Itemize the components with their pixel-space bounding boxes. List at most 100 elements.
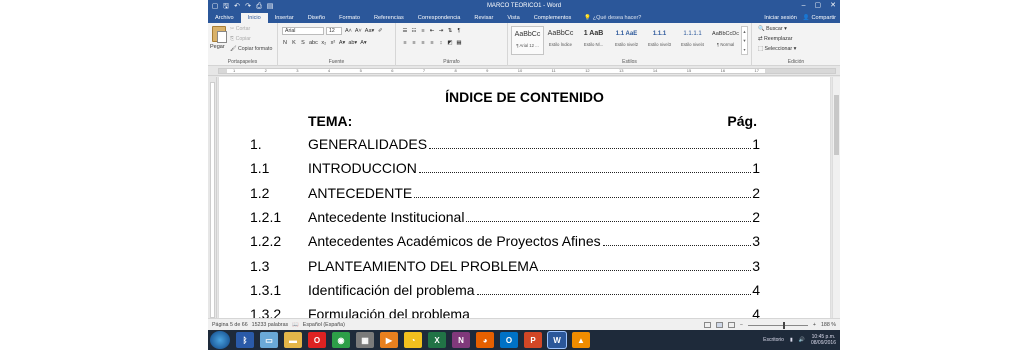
- toc-entry[interactable]: 1.1 INTRODUCCION 1: [250, 160, 760, 178]
- paste-button-label[interactable]: Pegar: [210, 44, 225, 50]
- paragraph-tool-a-0[interactable]: ☰: [402, 28, 408, 34]
- font-tool-b-1[interactable]: K: [291, 40, 297, 46]
- horizontal-ruler[interactable]: 1 2 3 4 5 6 7 8 9 10 11 12 13 14 15 16 17: [208, 66, 840, 76]
- font-tool-b-8[interactable]: A▾: [360, 40, 366, 46]
- font-tool-a-0[interactable]: A˄: [345, 28, 352, 34]
- select-button[interactable]: ⬚ Seleccionar ▾: [758, 46, 796, 52]
- start-button[interactable]: [210, 331, 230, 349]
- volume-icon[interactable]: 🔊: [799, 337, 805, 343]
- page-count[interactable]: Página 5 de 66: [212, 322, 248, 328]
- calculator-icon[interactable]: ▦: [356, 332, 374, 348]
- font-tool-b-2[interactable]: S: [300, 40, 306, 46]
- tab-inicio[interactable]: Inicio: [240, 13, 268, 23]
- clock[interactable]: 10:45 p.m. 08/09/2016: [811, 334, 836, 346]
- replace-button[interactable]: ⇄ Reemplazar: [758, 36, 793, 42]
- style-item[interactable]: 1.1.1 Estilo nivel3: [643, 26, 676, 55]
- paragraph-tool-b-4[interactable]: ↕: [438, 40, 444, 46]
- toc-entry[interactable]: 1.3 PLANTEAMIENTO DEL PROBLEMA 3: [250, 258, 760, 276]
- style-item[interactable]: AaBbCc Estilo Índice: [544, 26, 577, 55]
- font-tool-b-7[interactable]: ab▾: [348, 40, 357, 46]
- toc-entry[interactable]: 1.2 ANTECEDENTE 2: [250, 185, 760, 203]
- zoom-level[interactable]: 188 %: [821, 322, 836, 328]
- font-tool-a-3[interactable]: ✐: [377, 28, 383, 34]
- share-button[interactable]: 👤 Compartir: [803, 13, 836, 23]
- style-item[interactable]: 1.1 AaE Estilo nivel2: [610, 26, 643, 55]
- style-item[interactable]: AaBbCcDc ¶ Normal: [709, 26, 742, 55]
- cut-button[interactable]: ✂ Cortar: [230, 26, 250, 32]
- pacman-icon[interactable]: ◔: [404, 332, 422, 348]
- format-painter-button[interactable]: 🖌 Copiar formato: [230, 46, 272, 52]
- styles-gallery-scroll[interactable]: ▲ ▼ ▾: [741, 26, 748, 55]
- font-tool-a-1[interactable]: A˅: [355, 28, 362, 34]
- minimize-button[interactable]: –: [802, 0, 806, 12]
- language-indicator[interactable]: Español (España): [303, 322, 345, 328]
- qat-icon-0[interactable]: ▢: [210, 2, 220, 11]
- read-mode-button[interactable]: [703, 322, 711, 328]
- tell-me-box[interactable]: 💡 ¿Qué desea hacer?: [584, 13, 641, 23]
- paragraph-tool-b-0[interactable]: ≡: [402, 40, 408, 46]
- powerpoint-icon[interactable]: P: [524, 332, 542, 348]
- paragraph-tool-a-6[interactable]: ¶: [456, 28, 462, 34]
- font-name-select[interactable]: Arial: [282, 27, 324, 35]
- zoom-slider-thumb[interactable]: [782, 321, 785, 329]
- vertical-scrollbar[interactable]: [832, 77, 840, 318]
- desktop-toolbar-label[interactable]: Escritorio: [763, 337, 784, 343]
- signin-link[interactable]: Iniciar sesión: [764, 13, 797, 23]
- qat-icon-1[interactable]: 🖫: [221, 2, 231, 11]
- word-count[interactable]: 15233 palabras: [252, 322, 289, 328]
- font-tool-b-6[interactable]: A▾: [339, 40, 345, 46]
- document-page[interactable]: ÍNDICE DE CONTENIDO TEMA: Pág. 1. GENERAL…: [219, 77, 830, 318]
- firefox-icon[interactable]: ◕: [476, 332, 494, 348]
- vlc-icon[interactable]: ▲: [572, 332, 590, 348]
- paragraph-tool-a-1[interactable]: ☷: [411, 28, 417, 34]
- font-tool-b-4[interactable]: x₂: [321, 40, 327, 46]
- style-item[interactable]: 1.1.1.1 Estilo nivel4: [676, 26, 709, 55]
- paragraph-tool-a-5[interactable]: ⇅: [447, 28, 453, 34]
- proofing-icon[interactable]: 📖: [292, 322, 299, 328]
- toc-entry[interactable]: 1.3.2 Formulación del problema 4: [250, 306, 760, 318]
- excel-icon[interactable]: X: [428, 332, 446, 348]
- paragraph-tool-a-3[interactable]: ⇤: [429, 28, 435, 34]
- tab-referencias[interactable]: Referencias: [367, 13, 411, 23]
- find-button[interactable]: 🔍 Buscar ▾: [758, 26, 787, 32]
- zoom-in-button[interactable]: +: [813, 322, 816, 328]
- style-item[interactable]: AaBbCc ¶ Arial 12 ...: [511, 26, 544, 55]
- paragraph-tool-b-3[interactable]: ≡: [429, 40, 435, 46]
- tab-insertar[interactable]: Insertar: [268, 13, 301, 23]
- tab-complementos[interactable]: Complementos: [527, 13, 579, 23]
- tab-archivo[interactable]: Archivo: [208, 13, 241, 23]
- font-size-select[interactable]: 12: [326, 27, 342, 35]
- paragraph-tool-b-6[interactable]: ▦: [456, 40, 462, 46]
- qat-icon-4[interactable]: ⎙: [254, 2, 264, 11]
- vertical-ruler[interactable]: [208, 77, 217, 318]
- onenote-icon[interactable]: N: [452, 332, 470, 348]
- font-tool-a-2[interactable]: Aa▾: [365, 28, 375, 34]
- paragraph-tool-a-4[interactable]: ⇥: [438, 28, 444, 34]
- network-icon[interactable]: ▮: [790, 337, 793, 343]
- qat-icon-2[interactable]: ↶: [232, 2, 242, 11]
- bluetooth-icon[interactable]: ᛒ: [236, 332, 254, 348]
- zoom-slider[interactable]: [747, 321, 808, 329]
- style-item[interactable]: 1 AaB Estilo Nl...: [577, 26, 610, 55]
- maximize-button[interactable]: ▢: [815, 0, 822, 12]
- font-tool-b-5[interactable]: x²: [330, 40, 336, 46]
- paragraph-tool-b-2[interactable]: ≡: [420, 40, 426, 46]
- zoom-out-button[interactable]: −: [740, 322, 743, 328]
- tab-formato[interactable]: Formato: [332, 13, 367, 23]
- word-icon[interactable]: W: [548, 332, 566, 348]
- paragraph-tool-a-2[interactable]: ≡: [420, 28, 426, 34]
- close-button[interactable]: ✕: [830, 0, 836, 12]
- copy-button[interactable]: ⎘ Copiar: [230, 36, 251, 43]
- toc-entry[interactable]: 1.2.2 Antecedentes Académicos de Proyecto…: [250, 233, 760, 251]
- chrome-icon[interactable]: ◉: [332, 332, 350, 348]
- opera-icon[interactable]: O: [308, 332, 326, 348]
- paragraph-tool-b-5[interactable]: ◩: [447, 40, 453, 46]
- folder-icon[interactable]: ▬: [284, 332, 302, 348]
- font-tool-b-0[interactable]: N: [282, 40, 288, 46]
- outlook-icon[interactable]: O: [500, 332, 518, 348]
- web-layout-button[interactable]: [727, 322, 735, 328]
- toc-entry[interactable]: 1. GENERALIDADES 1: [250, 136, 760, 154]
- tab-diseño[interactable]: Diseño: [301, 13, 332, 23]
- toc-entry[interactable]: 1.3.1 Identificación del problema 4: [250, 282, 760, 300]
- qat-icon-3[interactable]: ↷: [243, 2, 253, 11]
